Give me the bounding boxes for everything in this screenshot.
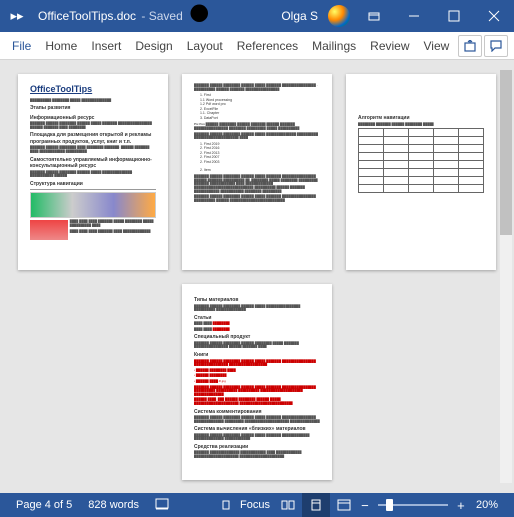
web-layout-button[interactable] [330,493,358,517]
menu-home[interactable]: Home [39,35,83,57]
document-title: OfficeToolTips.doc - Saved [34,9,187,23]
menu-layout[interactable]: Layout [181,35,229,57]
menu-design[interactable]: Design [129,35,178,57]
zoom-slider-handle[interactable] [386,499,393,511]
vertical-scrollbar[interactable] [500,70,512,483]
language-icon[interactable] [147,498,177,513]
menu-view[interactable]: View [418,35,456,57]
minimize-icon[interactable] [394,0,434,32]
close-icon[interactable] [474,0,514,32]
menu-file[interactable]: File [6,35,37,57]
zoom-in-button[interactable]: + [454,498,468,513]
share-icon[interactable] [458,35,482,57]
focus-label[interactable]: Focus [240,499,274,511]
user-name[interactable]: Olga S [275,9,324,23]
menu-references[interactable]: References [231,35,304,57]
scrollbar-thumb[interactable] [500,70,512,235]
page-thumbnail-4[interactable]: Типы материалов ███████ ██████ ████████ … [182,284,332,480]
ribbon-display-icon[interactable] [354,0,394,32]
search-icon[interactable] [187,1,215,32]
statusbar: Page 4 of 5 828 words Focus − + 20% [0,493,514,517]
menu-mailings[interactable]: Mailings [306,35,362,57]
zoom-slider[interactable] [378,504,448,506]
zoom-level[interactable]: 20% [468,499,506,511]
avatar[interactable] [328,5,350,27]
focus-mode-button[interactable] [212,493,240,517]
navigation-table [358,128,484,193]
read-mode-button[interactable] [274,493,302,517]
document-canvas[interactable]: OfficeToolTips ██████████ ████████ █████… [0,60,514,493]
print-layout-button[interactable] [302,493,330,517]
more-commands-icon[interactable]: ▸▸ [0,8,34,24]
page-indicator[interactable]: Page 4 of 5 [8,499,80,511]
comments-icon[interactable] [484,35,508,57]
menu-review[interactable]: Review [364,35,415,57]
word-count[interactable]: 828 words [80,499,147,511]
titlebar: ▸▸ OfficeToolTips.doc - Saved Olga S [0,0,514,32]
menu-insert[interactable]: Insert [85,35,127,57]
menubar: File Home Insert Design Layout Reference… [0,32,514,60]
maximize-icon[interactable] [434,0,474,32]
page-thumbnail-3[interactable]: Алгоритм навигации ████████ ███████ ████… [346,74,496,270]
page-thumbnail-1[interactable]: OfficeToolTips ██████████ ████████ █████… [18,74,168,270]
zoom-out-button[interactable]: − [358,498,372,513]
page-thumbnail-2[interactable]: ███████ ██████ ████████ ██████ █████ ███… [182,74,332,270]
